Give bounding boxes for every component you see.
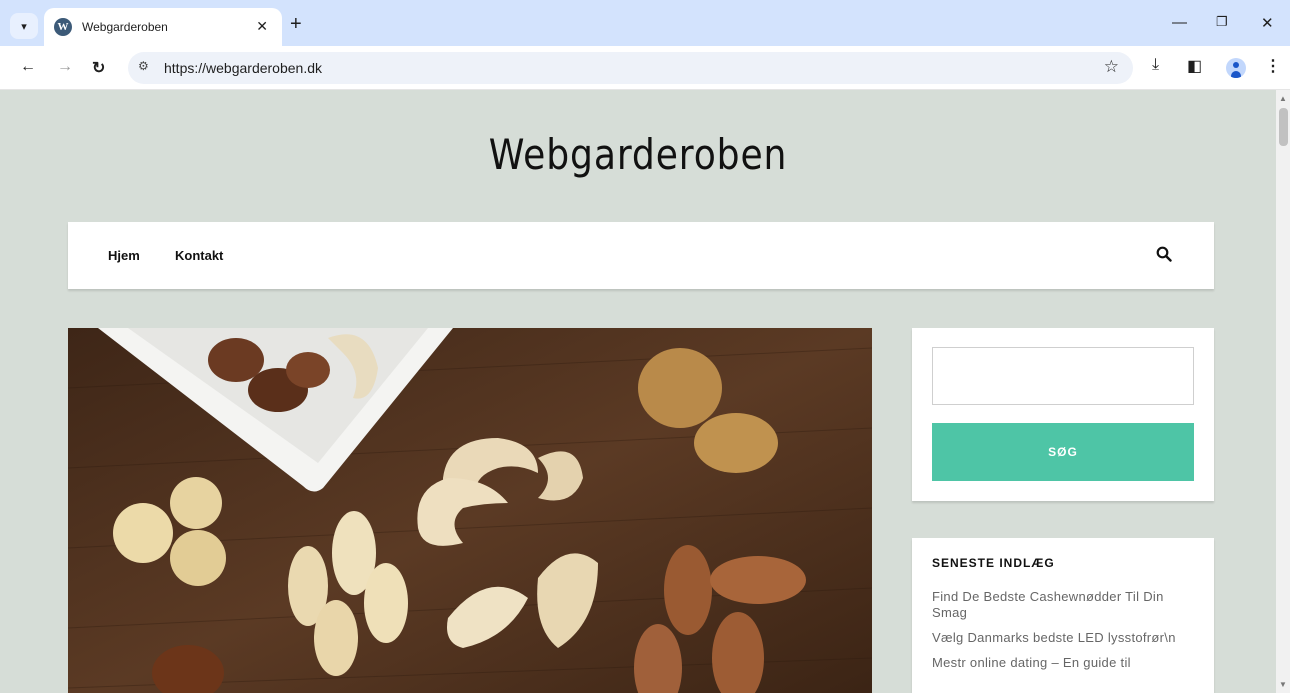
tab-search-button[interactable]: ▾ [10,13,38,39]
search-widget: SØG [912,328,1214,501]
site-settings-icon[interactable]: ⚙ [138,59,154,75]
search-icon[interactable] [1156,246,1172,267]
site-title[interactable]: Webgarderoben [89,130,1186,179]
nav-item-hjem[interactable]: Hjem [108,248,140,263]
recent-post-link[interactable]: Vælg Danmarks bedste LED lysstofrør\n [932,630,1194,646]
scroll-up-icon[interactable]: ▲ [1279,94,1287,103]
menu-kebab-icon[interactable]: ⋮ [1265,56,1281,76]
recent-posts-heading: SENESTE INDLÆG [932,556,1055,570]
minimize-icon[interactable]: — [1172,14,1187,31]
side-panel-icon[interactable]: ◧ [1187,56,1202,76]
bookmark-star-icon[interactable]: ☆ [1104,57,1119,77]
featured-image-nuts[interactable] [68,328,872,693]
page-scrollbar[interactable]: ▲ ▼ [1276,90,1290,693]
back-arrow-icon[interactable]: ← [20,58,36,76]
sidebar-search-input[interactable] [932,347,1194,405]
scrollbar-thumb[interactable] [1279,108,1288,146]
close-icon[interactable]: ✕ [256,18,268,35]
profile-avatar[interactable] [1226,58,1246,78]
search-submit-button[interactable]: SØG [932,423,1194,481]
tab-strip: ▾ W Webgarderoben ✕ + — ❐ ✕ [0,0,1290,46]
forward-arrow-icon[interactable]: → [57,58,73,76]
address-bar[interactable]: ⚙ https://webgarderoben.dk ☆ [128,52,1133,84]
url-text[interactable]: https://webgarderoben.dk [164,60,322,76]
download-icon[interactable]: ⤓ [1152,56,1159,74]
window-close-icon[interactable]: ✕ [1261,14,1274,32]
browser-tab[interactable]: W Webgarderoben ✕ [44,8,282,46]
tab-title: Webgarderoben [82,20,168,34]
scroll-down-icon[interactable]: ▼ [1279,680,1287,689]
recent-posts-widget: SENESTE INDLÆG Find De Bedste Cashewnødd… [912,538,1214,693]
chevron-down-icon: ▾ [21,20,27,33]
browser-toolbar: ← → ↻ ⚙ https://webgarderoben.dk ☆ ⤓ ◧ ⋮ [0,46,1290,90]
new-tab-button[interactable]: + [290,14,302,34]
wordpress-icon: W [54,18,72,36]
main-navigation: Hjem Kontakt [68,222,1214,289]
recent-post-link[interactable]: Mestr online dating – En guide til [932,655,1194,671]
reload-icon[interactable]: ↻ [92,58,105,78]
nav-item-kontakt[interactable]: Kontakt [175,248,223,263]
recent-post-link[interactable]: Find De Bedste Cashewnødder Til Din Smag [932,589,1194,621]
page-viewport: Webgarderoben Hjem Kontakt SØG SENESTE I… [0,90,1276,693]
restore-icon[interactable]: ❐ [1216,14,1228,30]
